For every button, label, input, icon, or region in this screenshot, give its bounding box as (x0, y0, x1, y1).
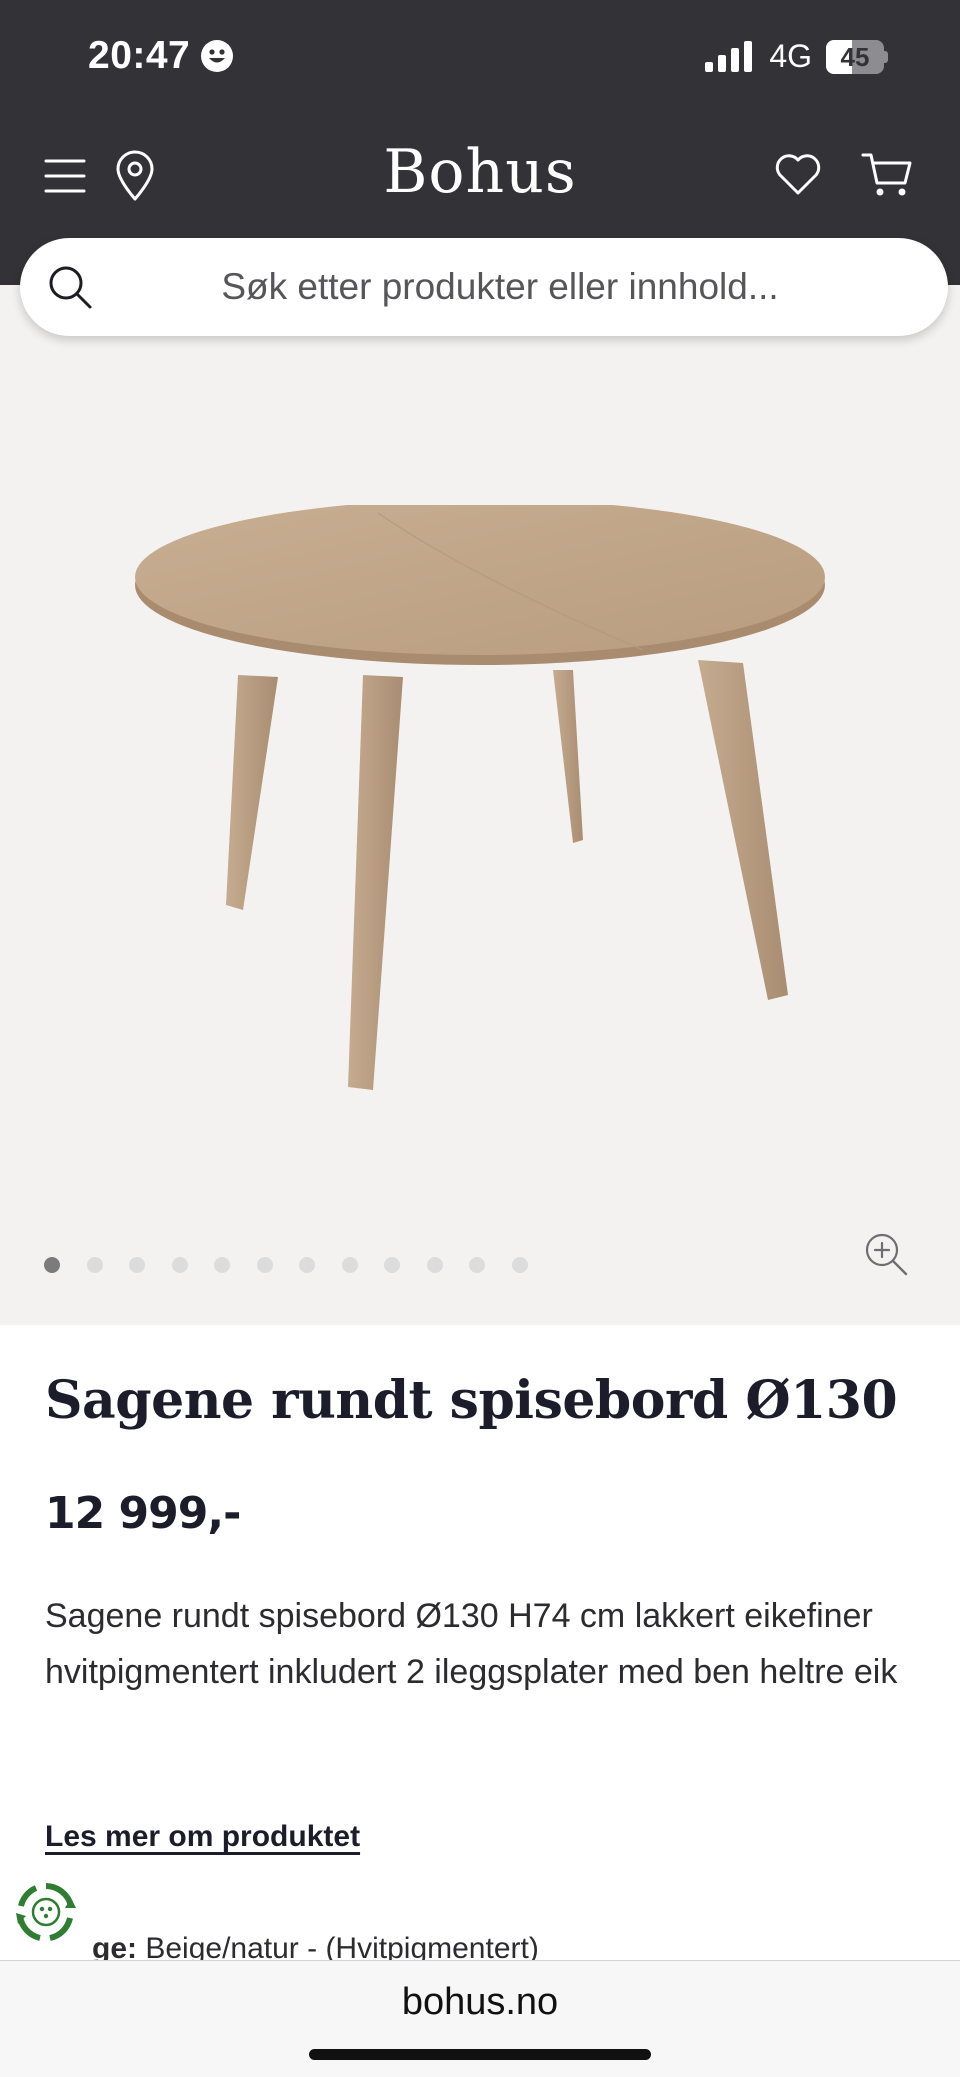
gallery-pagination (44, 1257, 528, 1273)
network-type: 4G (769, 38, 812, 74)
product-image[interactable] (128, 505, 838, 1105)
status-time-label: 20:47 (88, 34, 191, 77)
gallery-dot[interactable] (426, 1257, 443, 1273)
search-icon[interactable] (46, 263, 94, 311)
gallery-dot[interactable] (511, 1257, 528, 1273)
gallery-dot[interactable] (86, 1257, 103, 1273)
eco-recycle-icon[interactable] (14, 1880, 78, 1944)
product-title: Sagene rundt spisebord Ø130 (45, 1370, 898, 1431)
search-input[interactable] (130, 238, 920, 336)
status-time: 20:47 (88, 34, 234, 78)
zoom-in-icon[interactable] (862, 1230, 910, 1278)
status-bar: 20:47 4G 45 (0, 0, 960, 115)
product-description: Sagene rundt spisebord Ø130 H74 cm lakke… (45, 1597, 898, 1691)
gallery-dot[interactable] (469, 1257, 485, 1273)
browser-url[interactable]: bohus.no (0, 1981, 960, 2024)
browser-address-bar[interactable]: bohus.no (0, 1960, 960, 2077)
product-price: 12 999,- (45, 1488, 241, 1539)
home-indicator[interactable] (309, 2049, 651, 2060)
gallery-dot[interactable] (214, 1257, 230, 1273)
gallery-dot[interactable] (171, 1257, 188, 1273)
gallery-dot[interactable] (129, 1257, 145, 1273)
cart-icon[interactable] (860, 149, 914, 199)
gallery-dot[interactable] (384, 1257, 400, 1273)
gallery-dot[interactable] (44, 1257, 60, 1273)
heart-icon[interactable] (772, 149, 824, 199)
battery-icon: 45 (826, 39, 888, 74)
status-indicators: 4G 45 (703, 38, 888, 75)
cellular-signal-icon (705, 40, 753, 72)
read-more-link[interactable]: Les mer om produktet (45, 1820, 360, 1854)
product-gallery[interactable] (0, 285, 960, 1325)
search-bar[interactable] (20, 238, 948, 336)
gallery-dot[interactable] (299, 1257, 315, 1273)
gallery-dot[interactable] (256, 1257, 273, 1273)
smiley-icon (201, 40, 234, 72)
gallery-dot[interactable] (341, 1257, 358, 1273)
battery-percent: 45 (840, 41, 870, 72)
